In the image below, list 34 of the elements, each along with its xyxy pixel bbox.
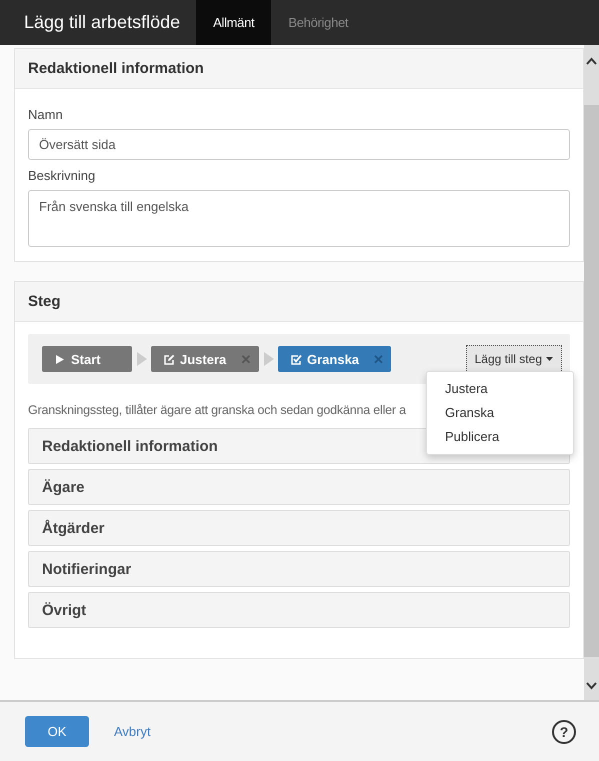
tab[interactable]: Behörighet <box>271 0 366 45</box>
ok-button[interactable]: OK <box>25 716 89 747</box>
play-icon <box>54 354 66 364</box>
field-label: Namn <box>28 107 64 122</box>
step-chip[interactable]: Granska ✕ <box>278 346 391 372</box>
help-button[interactable]: ? <box>552 720 576 744</box>
window-title: Lägg till arbetsflöde <box>24 12 180 33</box>
menu-item[interactable]: Publicera <box>427 425 573 449</box>
menu-item[interactable]: Justera <box>427 377 573 401</box>
step-label: Start <box>71 352 101 366</box>
add-step-button[interactable]: Lägg till steg <box>466 345 562 373</box>
chevron-up-icon[interactable] <box>586 57 597 65</box>
step-description: Granskningssteg, tillåter ägare att granska och sedan godkänna eller a <box>28 403 406 417</box>
panel-header: Redaktionell information <box>15 49 583 89</box>
check-square-icon <box>290 354 302 364</box>
input-field[interactable]: Översätt sida <box>28 129 570 160</box>
panel-header: Steg <box>15 282 583 322</box>
menu-item[interactable]: Granska <box>427 401 573 425</box>
accordion-header[interactable]: Notifieringar <box>28 551 570 587</box>
pencil-square-icon <box>163 354 175 364</box>
caret-icon <box>546 357 553 361</box>
text-area[interactable]: Från svenska till engelska <box>28 190 570 247</box>
accordion-header[interactable]: Ägare <box>28 469 570 505</box>
step-chip[interactable]: Start <box>42 346 132 372</box>
scrollbar[interactable] <box>584 45 599 700</box>
cancel-link[interactable]: Avbryt <box>114 724 151 739</box>
chevron-down-icon[interactable] <box>586 682 597 690</box>
accordion-header[interactable]: Övrigt <box>28 592 570 628</box>
field-label: Beskrivning <box>28 168 96 183</box>
tab[interactable]: Allmänt <box>196 0 272 45</box>
step-label: Granska <box>307 352 360 366</box>
accordion-header[interactable]: Åtgärder <box>28 510 570 546</box>
step-chip[interactable]: Justera ✕ <box>151 346 259 372</box>
step-label: Justera <box>180 352 226 366</box>
